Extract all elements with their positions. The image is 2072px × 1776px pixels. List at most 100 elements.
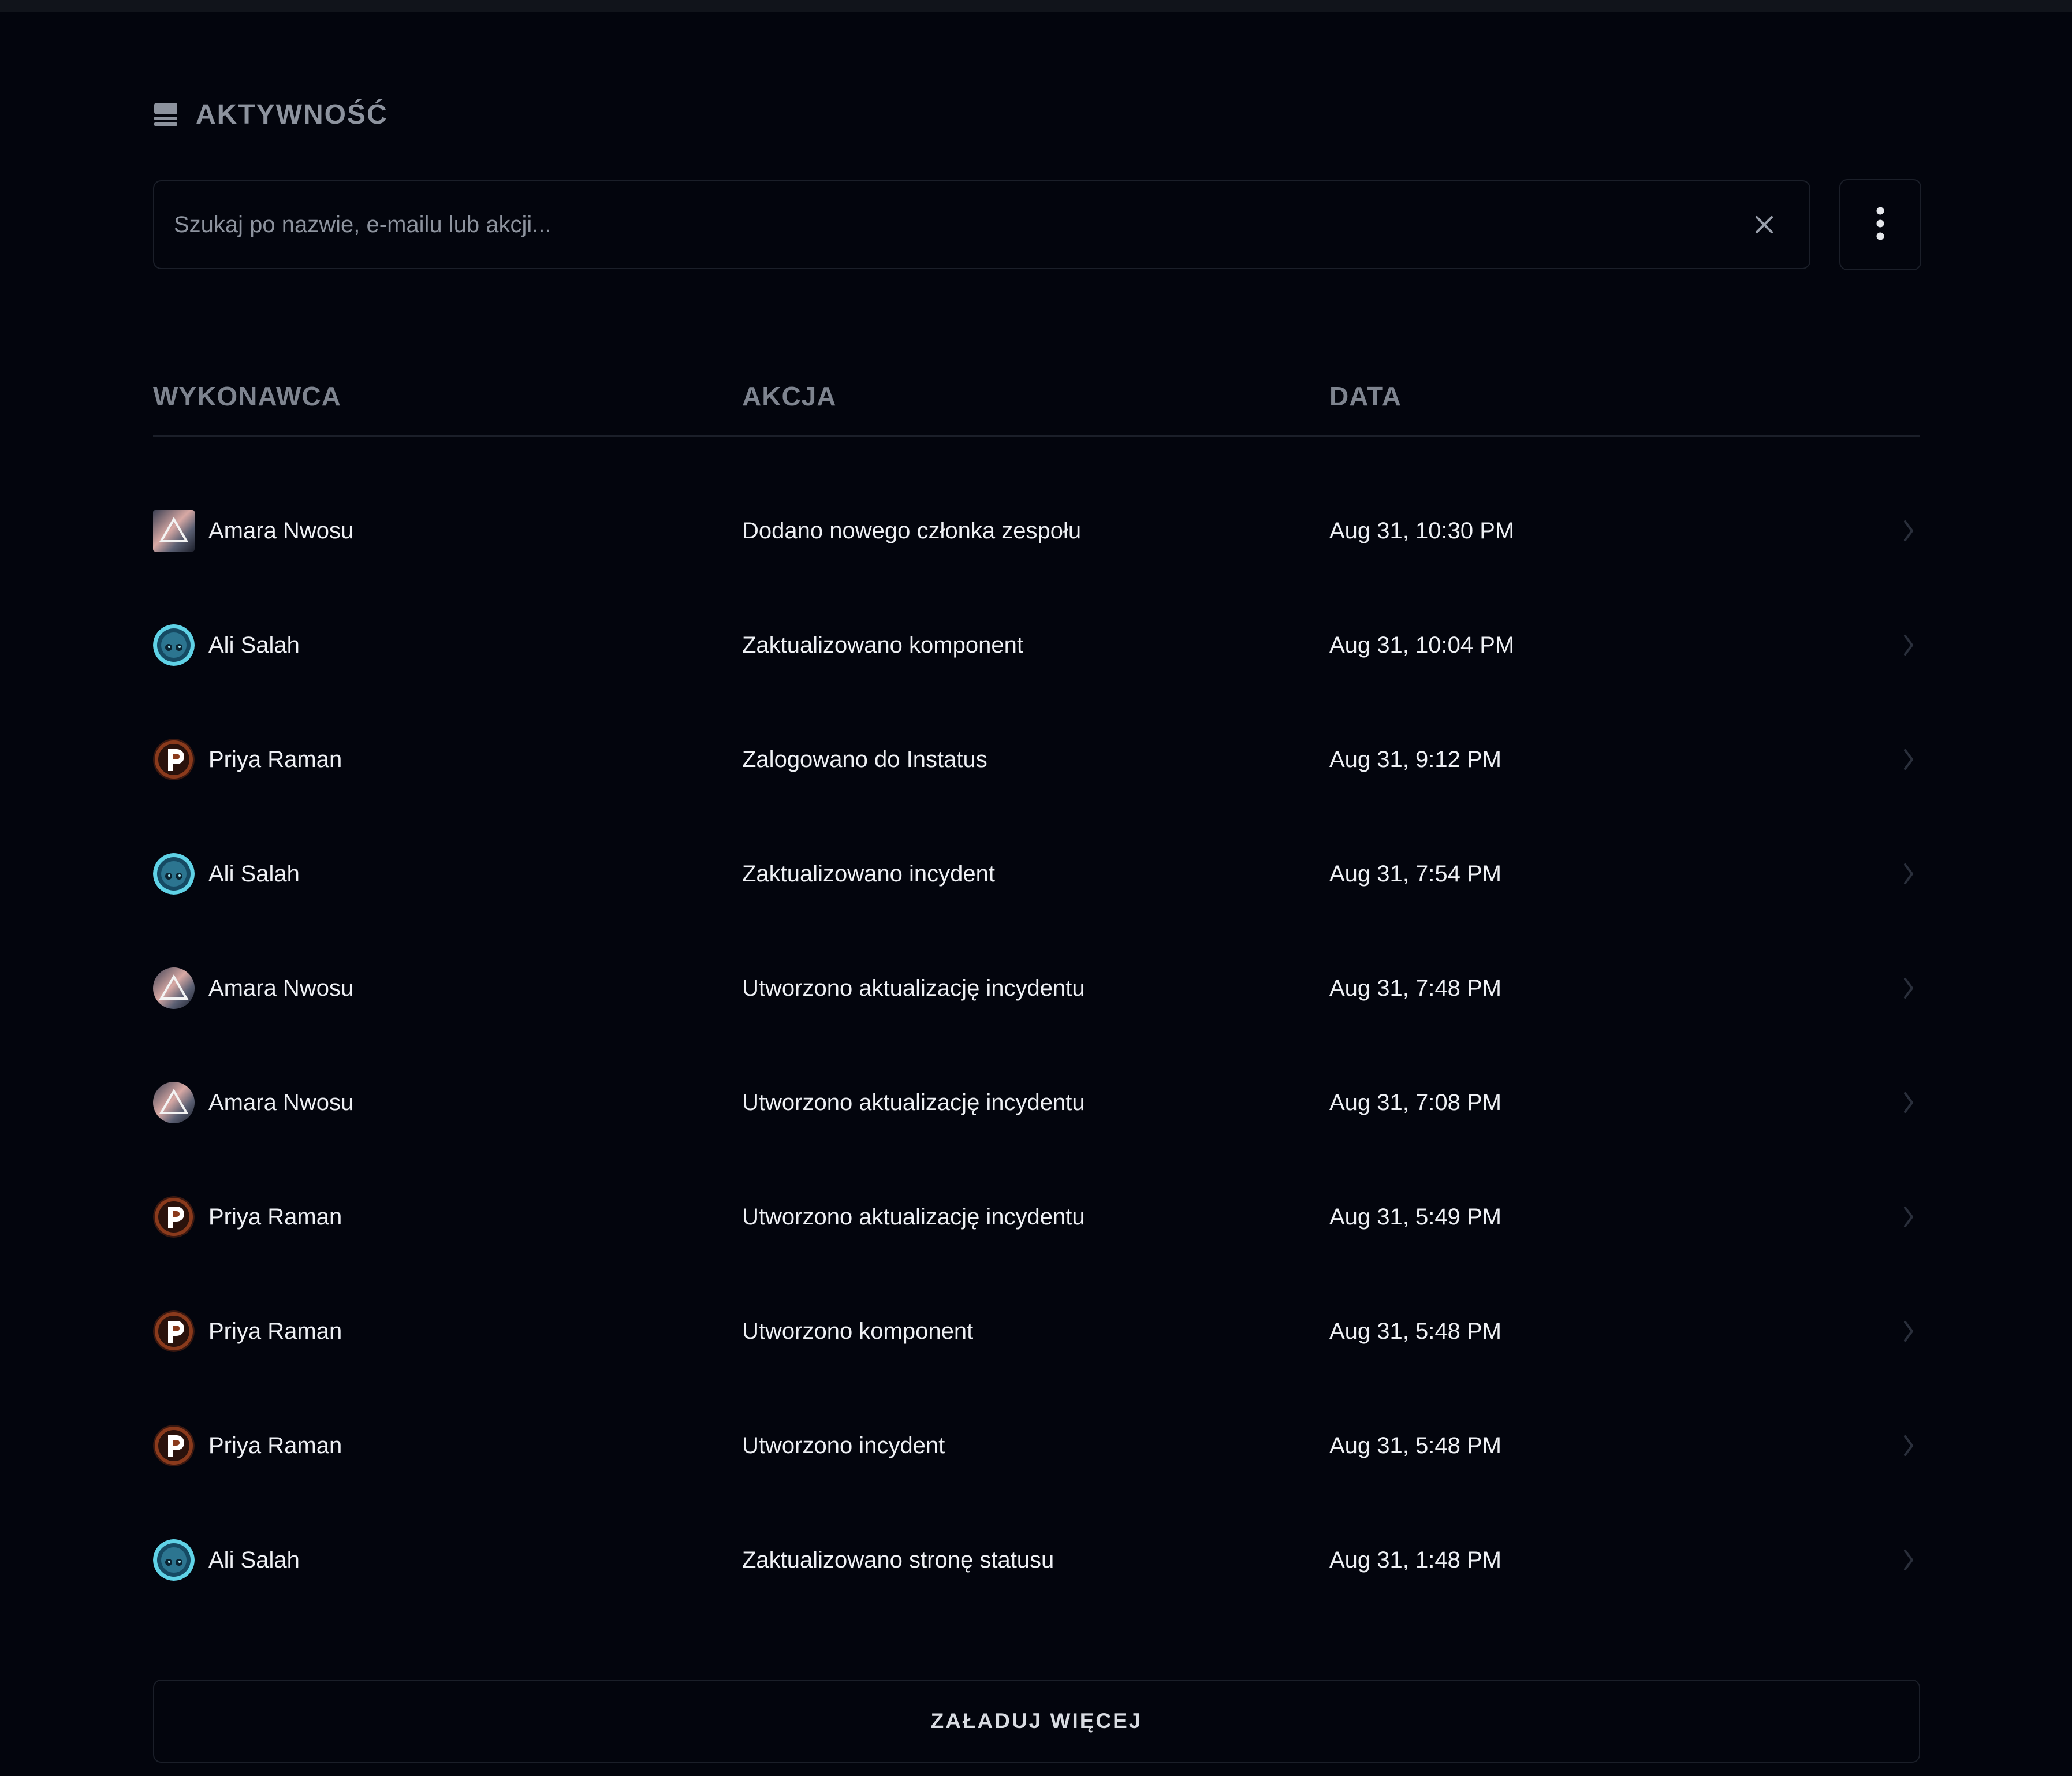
actor-name: Amara Nwosu <box>208 1089 354 1115</box>
actor-cell: Amara Nwosu <box>153 1045 353 1160</box>
table-row[interactable]: Priya Raman Utworzono komponent Aug 31, 5:… <box>153 1274 1920 1388</box>
date-cell: Aug 31, 5:48 PM <box>1329 1388 1501 1503</box>
date-text: Aug 31, 5:48 PM <box>1329 1318 1501 1344</box>
action-text: Zaktualizowano komponent <box>742 632 1023 658</box>
table-row[interactable]: Ali Salah Zaktualizowano stronę statusu Au… <box>153 1503 1920 1617</box>
action-text: Utworzono aktualizację incydentu <box>742 1204 1085 1230</box>
date-cell: Aug 31, 9:12 PM <box>1329 702 1501 817</box>
avatar <box>153 1425 195 1466</box>
action-text: Utworzono incydent <box>742 1432 945 1458</box>
table-row[interactable]: Ali Salah Zaktualizowano komponent Aug 31,… <box>153 588 1920 702</box>
action-cell: Utworzono incydent <box>742 1388 945 1503</box>
search-box <box>153 180 1810 269</box>
date-text: Aug 31, 5:49 PM <box>1329 1204 1501 1230</box>
actor-cell: Ali Salah <box>153 817 300 931</box>
actor-name: Ali Salah <box>208 1547 300 1573</box>
action-cell: Utworzono aktualizację incydentu <box>742 931 1085 1045</box>
actor-name: Priya Raman <box>208 746 342 772</box>
actor-cell: Amara Nwosu <box>153 931 353 1045</box>
date-cell: Aug 31, 7:08 PM <box>1329 1045 1501 1160</box>
date-cell: Aug 31, 1:48 PM <box>1329 1503 1501 1617</box>
avatar <box>153 967 195 1009</box>
avatar <box>153 1196 195 1238</box>
date-text: Aug 31, 1:48 PM <box>1329 1547 1501 1573</box>
actor-cell: Priya Raman <box>153 1388 342 1503</box>
load-more-button[interactable]: ZAŁADUJ WIĘCEJ <box>153 1680 1920 1763</box>
chevron-right-icon[interactable] <box>1897 931 1920 1045</box>
chevron-right-icon[interactable] <box>1897 474 1920 588</box>
actor-cell: Amara Nwosu <box>153 474 353 588</box>
actor-name: Priya Raman <box>208 1432 342 1458</box>
table-row[interactable]: Priya Raman Zalogowano do Instatus Aug 31,… <box>153 702 1920 817</box>
column-header-action[interactable]: AKCJA <box>742 375 836 417</box>
actor-name: Ali Salah <box>208 632 300 658</box>
date-text: Aug 31, 9:12 PM <box>1329 746 1501 772</box>
date-text: Aug 31, 7:48 PM <box>1329 975 1501 1001</box>
action-text: Zaktualizowano stronę statusu <box>742 1547 1054 1573</box>
action-cell: Utworzono aktualizację incydentu <box>742 1045 1085 1160</box>
column-header-date[interactable]: DATA <box>1329 375 1402 417</box>
section-header: AKTYWNOŚĆ <box>153 97 388 132</box>
actor-cell: Ali Salah <box>153 588 300 702</box>
date-cell: Aug 31, 5:49 PM <box>1329 1160 1501 1274</box>
date-text: Aug 31, 5:48 PM <box>1329 1432 1501 1458</box>
action-cell: Dodano nowego członka zespołu <box>742 474 1081 588</box>
avatar <box>153 624 195 666</box>
avatar <box>153 739 195 780</box>
page-title: AKTYWNOŚĆ <box>196 99 388 130</box>
chevron-right-icon[interactable] <box>1897 1503 1920 1617</box>
date-cell: Aug 31, 5:48 PM <box>1329 1274 1501 1388</box>
chevron-right-icon[interactable] <box>1897 588 1920 702</box>
table-row[interactable]: Priya Raman Utworzono aktualizację incyde… <box>153 1160 1920 1274</box>
chevron-right-icon[interactable] <box>1897 702 1920 817</box>
more-vertical-icon <box>1876 206 1885 244</box>
more-options-button[interactable] <box>1839 179 1921 270</box>
chevron-right-icon[interactable] <box>1897 817 1920 931</box>
chevron-right-icon[interactable] <box>1897 1160 1920 1274</box>
table-row[interactable]: Ali Salah Zaktualizowano incydent Aug 31, … <box>153 817 1920 931</box>
search-input[interactable] <box>154 181 1741 268</box>
actor-cell: Ali Salah <box>153 1503 300 1617</box>
actor-name: Ali Salah <box>208 861 300 887</box>
date-text: Aug 31, 7:08 PM <box>1329 1089 1501 1115</box>
chevron-right-icon[interactable] <box>1897 1274 1920 1388</box>
date-text: Aug 31, 7:54 PM <box>1329 861 1501 887</box>
action-cell: Zaktualizowano komponent <box>742 588 1023 702</box>
action-text: Utworzono aktualizację incydentu <box>742 975 1085 1001</box>
action-cell: Utworzono aktualizację incydentu <box>742 1160 1085 1274</box>
table-row[interactable]: Amara Nwosu Utworzono aktualizację incyde… <box>153 931 1920 1045</box>
date-cell: Aug 31, 7:54 PM <box>1329 817 1501 931</box>
table-header: WYKONAWCA AKCJA DATA <box>153 375 1920 437</box>
date-cell: Aug 31, 10:30 PM <box>1329 474 1514 588</box>
avatar <box>153 510 195 552</box>
avatar <box>153 1539 195 1581</box>
chevron-right-icon[interactable] <box>1897 1045 1920 1160</box>
avatar <box>153 853 195 895</box>
chevron-right-icon[interactable] <box>1897 1388 1920 1503</box>
table-row[interactable]: Priya Raman Utworzono incydent Aug 31, 5:4… <box>153 1388 1920 1503</box>
actor-name: Amara Nwosu <box>208 517 354 543</box>
action-text: Utworzono aktualizację incydentu <box>742 1089 1085 1115</box>
actor-cell: Priya Raman <box>153 1160 342 1274</box>
actor-name: Priya Raman <box>208 1318 342 1344</box>
actor-name: Priya Raman <box>208 1204 342 1230</box>
avatar <box>153 1082 195 1123</box>
column-header-actor[interactable]: WYKONAWCA <box>153 375 341 417</box>
action-cell: Zaktualizowano incydent <box>742 817 995 931</box>
actor-cell: Priya Raman <box>153 1274 342 1388</box>
action-cell: Utworzono komponent <box>742 1274 973 1388</box>
action-cell: Zalogowano do Instatus <box>742 702 987 817</box>
close-icon[interactable] <box>1741 202 1787 248</box>
date-cell: Aug 31, 10:04 PM <box>1329 588 1514 702</box>
actor-cell: Priya Raman <box>153 702 342 817</box>
avatar <box>153 1310 195 1352</box>
action-text: Zalogowano do Instatus <box>742 746 987 772</box>
table-row[interactable]: Amara Nwosu Utworzono aktualizację incyde… <box>153 1045 1920 1160</box>
list-icon <box>153 102 178 127</box>
action-text: Zaktualizowano incydent <box>742 861 996 887</box>
actor-name: Amara Nwosu <box>208 975 354 1001</box>
table-row[interactable]: Amara Nwosu Dodano nowego członka zespołu… <box>153 474 1920 588</box>
action-text: Dodano nowego członka zespołu <box>742 517 1082 543</box>
date-text: Aug 31, 10:04 PM <box>1329 632 1515 658</box>
date-cell: Aug 31, 7:48 PM <box>1329 931 1501 1045</box>
